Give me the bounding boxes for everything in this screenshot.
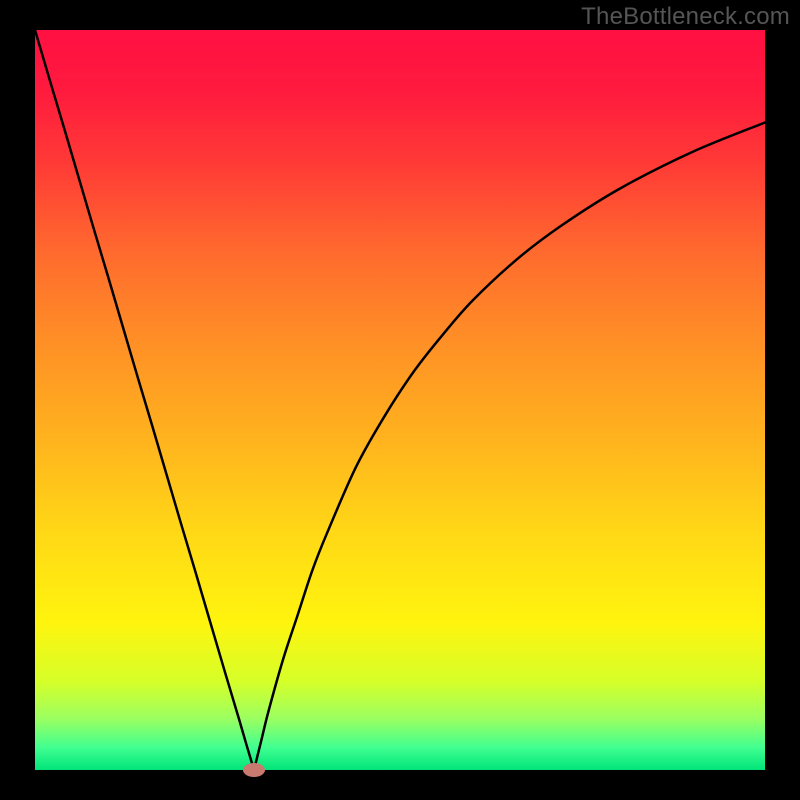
minimum-marker xyxy=(243,763,265,777)
watermark-label: TheBottleneck.com xyxy=(581,3,790,31)
bottleneck-chart xyxy=(0,0,800,800)
chart-frame: TheBottleneck.com xyxy=(0,0,800,800)
